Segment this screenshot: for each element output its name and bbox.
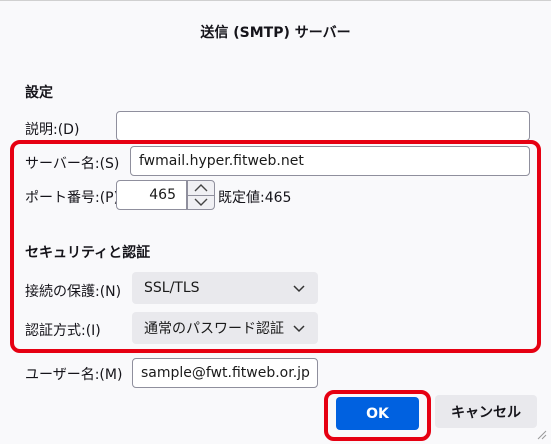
chevron-up-icon	[194, 183, 208, 192]
connection-security-label: 接続の保護:(N)	[25, 284, 122, 300]
port-default-label: 既定値:465	[218, 190, 292, 206]
username-input[interactable]: sample@fwt.fitweb.or.jp	[132, 358, 318, 388]
chevron-down-icon	[293, 285, 305, 293]
port-label: ポート番号:(P)	[25, 190, 120, 206]
cancel-button[interactable]: キャンセル	[435, 395, 537, 428]
smtp-server-dialog: 送信 (SMTP) サーバー 設定 説明:(D) サーバー名:(S) fwmai…	[0, 0, 551, 444]
server-name-label: サーバー名:(S)	[25, 156, 120, 172]
auth-method-label: 認証方式:(I)	[25, 323, 101, 339]
connection-security-select[interactable]: SSL/TLS	[132, 272, 318, 304]
chevron-down-icon	[194, 198, 208, 207]
auth-method-select[interactable]: 通常のパスワード認証	[132, 312, 318, 344]
auth-method-value: 通常のパスワード認証	[144, 321, 284, 337]
dialog-title: 送信 (SMTP) サーバー	[200, 25, 351, 41]
username-label: ユーザー名:(M)	[25, 367, 123, 383]
description-input[interactable]	[116, 111, 530, 141]
port-increment-button[interactable]	[188, 181, 214, 195]
security-heading: セキュリティと認証	[25, 245, 151, 261]
chevron-down-icon	[293, 325, 305, 333]
connection-security-value: SSL/TLS	[144, 280, 200, 296]
port-decrement-button[interactable]	[188, 194, 214, 210]
description-label: 説明:(D)	[25, 122, 80, 138]
server-name-input[interactable]: fwmail.hyper.fitweb.net	[130, 146, 530, 176]
port-stepper[interactable]	[187, 180, 215, 210]
settings-heading: 設定	[25, 85, 53, 101]
resize-grip-icon[interactable]	[535, 428, 547, 440]
ok-button[interactable]: OK	[336, 397, 419, 430]
port-input[interactable]: 465	[116, 180, 187, 210]
